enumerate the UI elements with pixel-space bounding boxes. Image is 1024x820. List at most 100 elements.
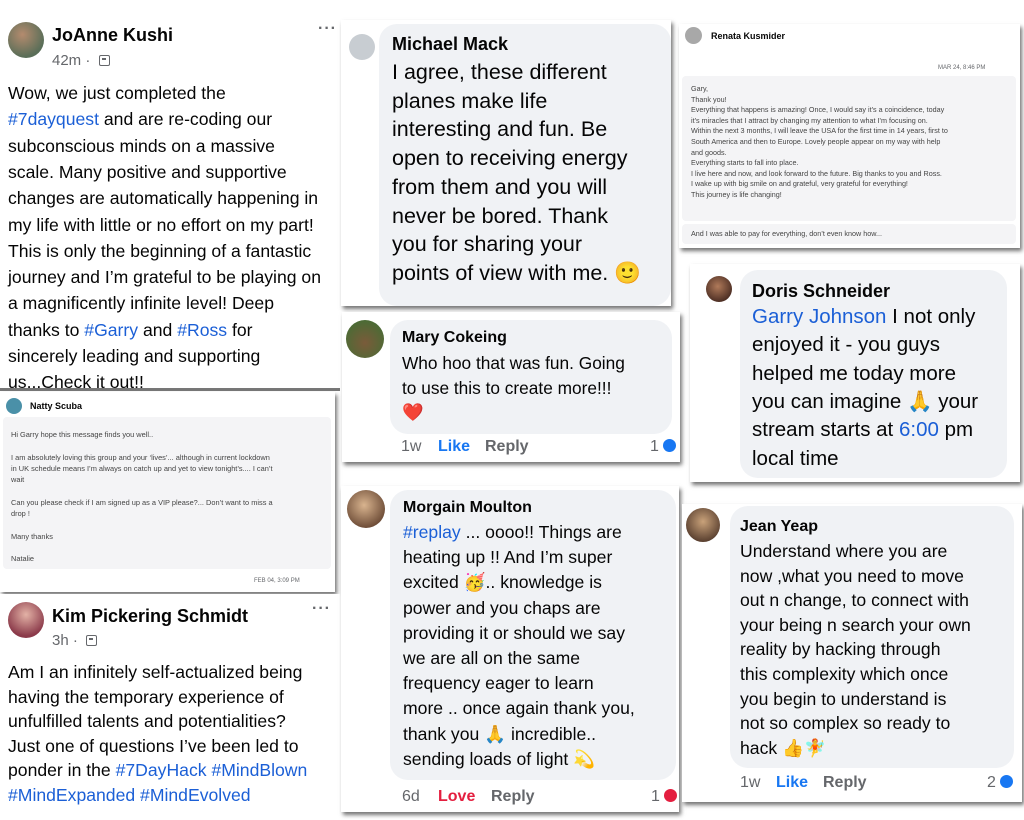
text-line: thank you 🙏 incredible.. xyxy=(403,722,596,747)
text-line: Understand where you are xyxy=(740,539,947,564)
hashtag-link[interactable]: #7DayHack #MindBlown xyxy=(116,760,308,780)
text-run: Wow, we just completed the xyxy=(8,83,226,103)
hashtag-link[interactable]: #replay xyxy=(403,522,461,542)
message-line: Many thanks xyxy=(11,531,53,541)
text-line: we are all on the same xyxy=(403,646,580,671)
text-line: I agree, these different xyxy=(392,58,607,87)
text-run: unfulfilled talents and potentialities? xyxy=(8,711,286,732)
hashtag-link[interactable]: #7dayquest xyxy=(8,109,99,129)
text-line: Who hoo that was fun. Going xyxy=(402,351,625,376)
text-line: power and you chaps are xyxy=(403,596,601,621)
text-run: interesting and fun. Be xyxy=(392,117,608,142)
text-run: frequency eager to learn xyxy=(403,673,594,694)
sender-name[interactable]: Renata Kusmider xyxy=(711,31,785,41)
hashtag-link[interactable]: Garry Johnson xyxy=(752,305,886,328)
message-line: This journey is life changing! xyxy=(691,189,782,199)
hashtag-link[interactable]: 6:00 xyxy=(899,418,939,441)
count-label: 2 xyxy=(987,774,996,791)
avatar[interactable] xyxy=(685,27,702,44)
text-line: frequency eager to learn xyxy=(403,671,594,696)
text-run: This is only the beginning of a fantasti… xyxy=(8,240,312,261)
text-line: hack 👍🧚 xyxy=(740,736,826,761)
reply-button[interactable]: Reply xyxy=(823,774,867,792)
comment-jean: Jean Yeap Understand where you are now ,w… xyxy=(682,504,1022,802)
hashtag-link[interactable]: #MindExpanded #MindEvolved xyxy=(8,785,251,805)
like-reaction-icon xyxy=(998,774,1014,789)
text-line: Just one of questions I’ve been led to xyxy=(8,734,299,759)
comment-time[interactable]: 6d xyxy=(402,788,420,806)
text-line: Am I an infinitely self-actualized being xyxy=(8,660,302,685)
text-run: for xyxy=(227,319,253,340)
reply-button[interactable]: Reply xyxy=(491,788,535,806)
text-line: this complexity which once xyxy=(740,662,948,687)
text-line: a magnificently infinite level! Deep xyxy=(8,290,274,316)
message-line: Natalie xyxy=(11,554,35,564)
post-body: Wow, we just completed the #7dayquest and… xyxy=(0,0,340,388)
text-run: 🙂 xyxy=(614,260,642,285)
hashtag-link[interactable]: #Garry xyxy=(84,320,138,340)
post-joanne: JoAnne Kushi 42m · ··· Wow, we just comp… xyxy=(0,0,340,388)
reaction-count[interactable]: 1 xyxy=(651,788,678,806)
message-line: I live here and now, and look forward to… xyxy=(691,168,942,178)
text-run: this complexity which once xyxy=(740,664,949,684)
followup-text: And I was able to pay for everything, do… xyxy=(691,229,882,238)
text-line: helped me today more xyxy=(752,360,956,388)
comment-time[interactable]: 1w xyxy=(401,438,421,456)
text-line: heating up !! And I’m super xyxy=(403,545,612,570)
text-run: thank you 🙏 incredible.. xyxy=(403,723,597,744)
text-line: journey and I’m grateful to be playing o… xyxy=(8,264,321,290)
text-run: enjoyed it - you guys xyxy=(752,333,941,357)
message-line: Gary, xyxy=(691,84,709,93)
text-run: I agree, these different xyxy=(392,60,607,84)
text-run: to use this to create more!!! xyxy=(402,377,612,398)
comment-morgain: Morgain Moulton #replay ... oooo!! Thing… xyxy=(341,486,679,812)
text-run: journey and I’m grateful to be playing o… xyxy=(8,267,321,288)
text-run: changes are automatically happening in xyxy=(8,188,319,209)
text-run: pm xyxy=(938,418,974,442)
text-run: Am I an infinitely self-actualized being xyxy=(8,662,303,682)
message-line: it’s miracles that I attract by changing… xyxy=(691,115,928,125)
message-line: Within the next 3 months, I will leave t… xyxy=(691,126,948,136)
like-button[interactable]: Like xyxy=(776,774,808,792)
message-line xyxy=(11,485,273,496)
text-line: #replay ... oooo!! Things are xyxy=(403,520,622,545)
divider xyxy=(0,388,340,391)
post-body: Am I an infinitely self-actualized being… xyxy=(0,594,340,820)
message-line: wait xyxy=(11,475,25,485)
message-line: Thank you! xyxy=(691,94,727,104)
reply-button[interactable]: Reply xyxy=(485,438,529,456)
message-date: MAR 24, 8:46 PM xyxy=(938,65,986,71)
message-date: FEB 04, 3:09 PM xyxy=(254,578,300,584)
text-line: not so complex so ready to xyxy=(740,711,950,736)
text-line: sincerely leading and supporting xyxy=(8,343,260,369)
text-line: unfulfilled talents and potentialities? xyxy=(8,709,286,734)
message-line: Everything starts to fall into place. xyxy=(691,158,799,168)
text-run: excited 🥳.. knowledge is xyxy=(403,572,602,593)
love-button[interactable]: Love xyxy=(438,788,475,806)
like-button[interactable]: Like xyxy=(438,438,470,456)
text-run: ... oooo!! Things are xyxy=(460,522,622,542)
text-line: you begin to understand is xyxy=(740,687,946,712)
reaction-count[interactable]: 2 xyxy=(987,774,1014,792)
text-run: power and you chaps are xyxy=(403,597,601,618)
text-line: subconscious minds on a massive xyxy=(8,133,275,159)
text-run: now ,what you need to move xyxy=(740,565,964,586)
text-run: helped me today more xyxy=(752,361,956,385)
sender-name[interactable]: Natty Scuba xyxy=(30,401,82,411)
text-run: scale. Many positive and supportive xyxy=(8,161,287,182)
text-run: your being n search your own xyxy=(740,614,971,635)
reaction-count[interactable]: 1 xyxy=(650,438,677,456)
text-line: having the temporary experience of xyxy=(8,685,284,710)
comment-time[interactable]: 1w xyxy=(740,774,760,792)
message-line: I wake up with big smile on and grateful… xyxy=(691,179,908,189)
text-run: my life with little or no effort on my p… xyxy=(8,214,314,235)
text-run: stream starts at xyxy=(752,418,899,442)
count-label: 1 xyxy=(651,788,660,805)
text-run: more .. once again thank you, xyxy=(403,698,635,719)
comment-text: #replay ... oooo!! Things are heating up … xyxy=(341,486,679,812)
avatar[interactable] xyxy=(6,398,22,414)
hashtag-link[interactable]: #Ross xyxy=(177,320,227,340)
message-natty: Natty Scuba Hi Garry hope this message f… xyxy=(0,392,335,592)
text-run: I not only xyxy=(886,305,976,328)
text-line: you for sharing your xyxy=(392,230,582,259)
